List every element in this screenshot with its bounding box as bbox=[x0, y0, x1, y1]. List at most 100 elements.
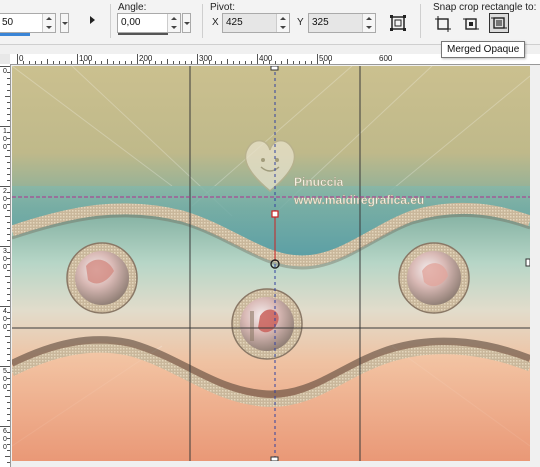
crop-handle-top[interactable] bbox=[270, 66, 279, 71]
ruler-tick bbox=[41, 61, 42, 64]
ruler-tick bbox=[245, 61, 246, 64]
angle-field[interactable]: 0,00 bbox=[117, 13, 181, 33]
pivot-y-label: Y bbox=[297, 17, 304, 28]
watermark-name: Pinuccia bbox=[294, 175, 344, 189]
ruler-tick bbox=[7, 102, 10, 103]
ruler-tick bbox=[77, 54, 78, 64]
ruler-tick bbox=[0, 186, 10, 187]
ruler-tick bbox=[113, 61, 114, 64]
ruler-tick bbox=[179, 61, 180, 64]
ruler-tick bbox=[7, 174, 10, 175]
ruler-tick bbox=[191, 61, 192, 64]
ruler-tick bbox=[7, 234, 10, 235]
ruler-tick bbox=[7, 168, 10, 169]
ruler-label: 0 bbox=[3, 68, 7, 75]
ruler-label: 2 0 0 bbox=[3, 188, 7, 211]
ruler-tick bbox=[95, 61, 96, 64]
ruler-tick bbox=[5, 396, 10, 397]
angle-dropdown[interactable] bbox=[182, 13, 191, 33]
pivot-x-field[interactable]: 425 bbox=[222, 13, 290, 33]
ruler-tick bbox=[7, 114, 10, 115]
rotation-handle[interactable] bbox=[271, 210, 279, 218]
pivot-y-field[interactable]: 325 bbox=[308, 13, 376, 33]
artwork: Pinuccia www.maidiregrafica.eu bbox=[12, 66, 530, 461]
ruler-tick bbox=[305, 61, 306, 64]
ruler-tick bbox=[119, 61, 120, 64]
ruler-tick bbox=[0, 66, 10, 67]
ruler-tick bbox=[7, 180, 10, 181]
ruler-tick bbox=[0, 246, 10, 247]
ruler-tick bbox=[17, 54, 18, 64]
angle-value: 0,00 bbox=[121, 17, 141, 28]
ruler-tick bbox=[5, 96, 10, 97]
pivot-label: Pivot: bbox=[210, 2, 236, 13]
ruler-tick bbox=[5, 276, 10, 277]
crop-handle-right[interactable] bbox=[525, 258, 530, 267]
crop-handle-bottom[interactable] bbox=[270, 456, 279, 461]
ruler-tick bbox=[7, 162, 10, 163]
ruler-tick bbox=[7, 294, 10, 295]
ruler-tick bbox=[7, 300, 10, 301]
pivot-x-spinner[interactable] bbox=[276, 14, 289, 32]
ruler-tick bbox=[7, 240, 10, 241]
ruler-tick bbox=[7, 414, 10, 415]
center-pivot-button[interactable] bbox=[388, 13, 408, 33]
angle-slider-bar[interactable] bbox=[118, 33, 168, 35]
ruler-tick bbox=[29, 61, 30, 64]
ruler-tick bbox=[7, 288, 10, 289]
ruler-tick bbox=[239, 61, 240, 64]
ruler-tick bbox=[107, 59, 108, 64]
snap-layer-opaque-button[interactable] bbox=[461, 14, 481, 34]
crop-merged-opaque-icon bbox=[491, 17, 507, 29]
ruler-label: 4 0 0 bbox=[3, 308, 7, 331]
ruler-tick bbox=[251, 61, 252, 64]
ruler-label: 100 bbox=[79, 54, 93, 63]
ruler-tick bbox=[7, 78, 10, 79]
ruler-tick bbox=[7, 108, 10, 109]
ruler-tick bbox=[221, 61, 222, 64]
size-slider-bar[interactable] bbox=[0, 33, 30, 36]
ruler-tick bbox=[5, 456, 10, 457]
crop-layer-opaque-icon bbox=[463, 18, 479, 30]
snap-current-image-button[interactable] bbox=[433, 14, 453, 34]
size-spinner[interactable] bbox=[42, 14, 55, 32]
ruler-tick bbox=[287, 59, 288, 64]
ruler-tick bbox=[197, 54, 198, 64]
ruler-tick bbox=[7, 120, 10, 121]
ruler-label: 6 0 0 bbox=[3, 428, 7, 451]
apply-button[interactable] bbox=[82, 10, 102, 30]
ruler-tick bbox=[7, 420, 10, 421]
pivot-y-spinner[interactable] bbox=[362, 14, 375, 32]
ruler-tick bbox=[53, 61, 54, 64]
angle-spinner[interactable] bbox=[167, 14, 180, 32]
play-icon bbox=[90, 16, 95, 24]
size-slider-dropdown[interactable] bbox=[60, 13, 69, 33]
ruler-label: 300 bbox=[199, 54, 213, 63]
ruler-tick bbox=[227, 59, 228, 64]
ruler-tick bbox=[125, 61, 126, 64]
separator bbox=[420, 4, 421, 38]
ruler-tick bbox=[7, 90, 10, 91]
pivot-y-value: 325 bbox=[312, 17, 329, 28]
ruler-tick bbox=[137, 54, 138, 64]
snap-crop-label: Snap crop rectangle to: bbox=[433, 2, 537, 13]
snap-merged-opaque-button[interactable] bbox=[489, 13, 509, 33]
ruler-tick bbox=[47, 59, 48, 64]
ruler-label: 5 0 0 bbox=[3, 368, 7, 391]
ruler-tick bbox=[233, 61, 234, 64]
ruler-tick bbox=[281, 61, 282, 64]
ruler-tick bbox=[7, 354, 10, 355]
vertical-ruler[interactable]: 0 1 0 0 2 0 0 3 0 0 4 0 0 5 0 0 6 0 0 bbox=[0, 64, 11, 467]
circle-frame-right bbox=[398, 242, 470, 314]
watermark-url: www.maidiregrafica.eu bbox=[293, 193, 424, 207]
ruler-tick bbox=[5, 336, 10, 337]
ruler-label: 1 0 0 bbox=[3, 128, 7, 151]
ruler-tick bbox=[299, 61, 300, 64]
ruler-tick bbox=[173, 61, 174, 64]
ruler-tick bbox=[65, 61, 66, 64]
size-field[interactable]: 50 bbox=[0, 13, 56, 33]
ruler-tick bbox=[59, 61, 60, 64]
tooltip: Merged Opaque bbox=[441, 41, 526, 58]
image-canvas[interactable]: Pinuccia www.maidiregrafica.eu bbox=[12, 66, 530, 461]
ruler-tick bbox=[7, 342, 10, 343]
